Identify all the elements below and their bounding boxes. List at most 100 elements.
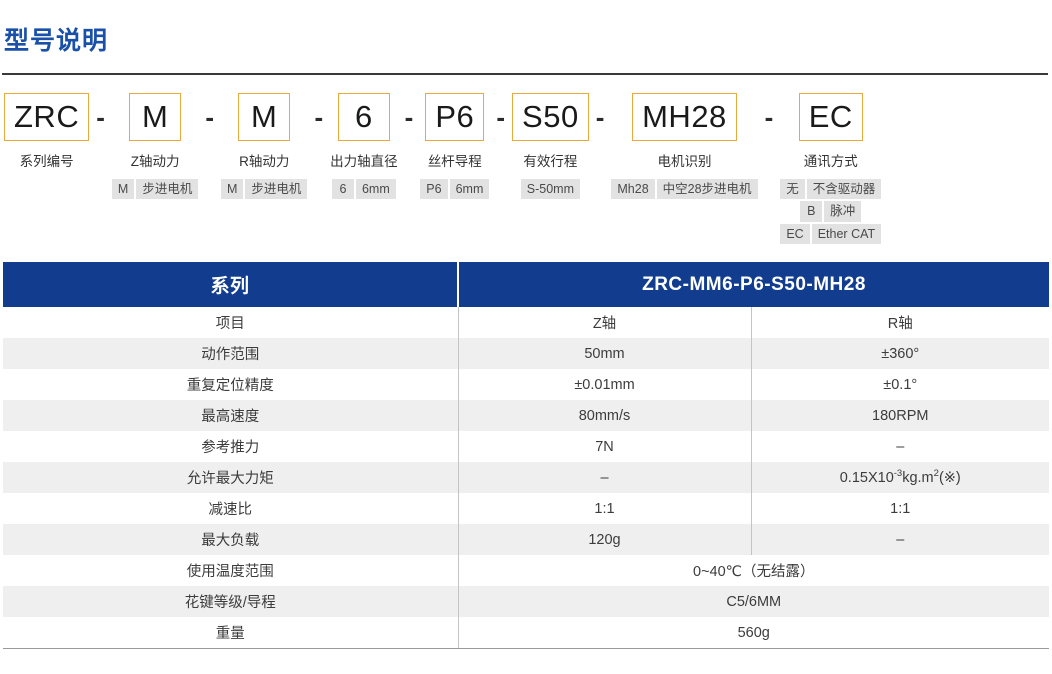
row-label: 使用温度范围 bbox=[3, 555, 458, 586]
table-row: 使用温度范围0~40℃（无结露） bbox=[3, 555, 1049, 586]
legend-row: ECEther CAT bbox=[780, 224, 881, 245]
model-segment: 6出力轴直径66mm bbox=[330, 93, 398, 200]
table-header: 系列 ZRC-MM6-P6-S50-MH28 bbox=[3, 262, 1049, 307]
legend-code: M bbox=[221, 179, 243, 200]
code-box-p6[interactable]: P6 bbox=[425, 93, 484, 141]
code-value: M bbox=[251, 101, 277, 132]
code-value: M bbox=[142, 101, 168, 132]
legend-description: 6mm bbox=[450, 179, 490, 200]
segment-legend: 66mm bbox=[332, 179, 396, 200]
legend-description: 步进电机 bbox=[136, 179, 198, 200]
page-title: 型号说明 bbox=[0, 17, 1052, 56]
code-box-zrc[interactable]: ZRC bbox=[4, 93, 89, 141]
row-value-r: – bbox=[751, 431, 1049, 462]
code-box-6[interactable]: 6 bbox=[338, 93, 390, 141]
row-label: 最高速度 bbox=[3, 400, 458, 431]
segment-legend: Mh28中空28步进电机 bbox=[611, 179, 757, 200]
legend-code: 无 bbox=[780, 179, 805, 200]
code-separator: - bbox=[758, 93, 781, 141]
model-segment: S50有效行程S-50mm bbox=[512, 93, 589, 200]
row-label: 最大负载 bbox=[3, 524, 458, 555]
code-box-m[interactable]: M bbox=[238, 93, 290, 141]
legend-row: Mh28中空28步进电机 bbox=[611, 179, 757, 200]
legend-code: EC bbox=[780, 224, 809, 245]
table-row: 重量560g bbox=[3, 617, 1049, 649]
legend-row: B脉冲 bbox=[780, 201, 881, 222]
legend-row: S-50mm bbox=[521, 179, 580, 200]
code-value: P6 bbox=[435, 101, 474, 132]
legend-row: M步进电机 bbox=[221, 179, 307, 200]
segment-legend: M步进电机 bbox=[112, 179, 198, 200]
code-separator: - bbox=[489, 93, 512, 141]
row-value-r: 0.15X10-3kg.m2(※) bbox=[751, 462, 1049, 493]
row-value-r: ±360° bbox=[751, 338, 1049, 369]
model-description-page: 型号说明 ZRC系列编号-MZ轴动力M步进电机-MR轴动力M步进电机-6出力轴直… bbox=[0, 17, 1052, 649]
model-segment: MZ轴动力M步进电机 bbox=[112, 93, 198, 200]
segment-label: 丝杆导程 bbox=[428, 150, 482, 170]
row-label: 项目 bbox=[3, 307, 458, 338]
header-model: ZRC-MM6-P6-S50-MH28 bbox=[458, 262, 1049, 307]
legend-row: P66mm bbox=[420, 179, 489, 200]
row-value-z: 80mm/s bbox=[458, 400, 751, 431]
segment-legend: P66mm bbox=[420, 179, 489, 200]
code-box-m[interactable]: M bbox=[129, 93, 181, 141]
segment-label: R轴动力 bbox=[239, 150, 289, 170]
row-value-r: R轴 bbox=[751, 307, 1049, 338]
row-value-r: – bbox=[751, 524, 1049, 555]
exponent: -3 bbox=[894, 468, 902, 479]
segment-label: Z轴动力 bbox=[131, 150, 180, 170]
table-row: 花键等级/导程C5/6MM bbox=[3, 586, 1049, 617]
row-value-z: 7N bbox=[458, 431, 751, 462]
code-separator: - bbox=[589, 93, 612, 141]
code-box-s50[interactable]: S50 bbox=[512, 93, 589, 141]
row-label: 参考推力 bbox=[3, 431, 458, 462]
code-separator: - bbox=[398, 93, 421, 141]
row-value-r: ±0.1° bbox=[751, 369, 1049, 400]
code-value: MH28 bbox=[642, 101, 727, 132]
table-row: 最大负载120g– bbox=[3, 524, 1049, 555]
legend-code: M bbox=[112, 179, 134, 200]
model-code-strip: ZRC系列编号-MZ轴动力M步进电机-MR轴动力M步进电机-6出力轴直径66mm… bbox=[0, 75, 1052, 245]
segment-label: 系列编号 bbox=[20, 150, 74, 170]
legend-row: 66mm bbox=[332, 179, 396, 200]
row-label: 动作范围 bbox=[3, 338, 458, 369]
code-box-mh28[interactable]: MH28 bbox=[632, 93, 737, 141]
segment-legend: 无不含驱动器B脉冲ECEther CAT bbox=[780, 179, 881, 245]
unit-exponent: 2 bbox=[934, 468, 939, 479]
segment-label: 电机识别 bbox=[657, 150, 711, 170]
legend-description: 步进电机 bbox=[245, 179, 307, 200]
code-value: 6 bbox=[355, 101, 373, 132]
legend-code: 6 bbox=[332, 179, 354, 200]
table-row: 动作范围50mm±360° bbox=[3, 338, 1049, 369]
row-value-merged: 0~40℃（无结露） bbox=[458, 555, 1049, 586]
segment-legend: M步进电机 bbox=[221, 179, 307, 200]
model-segment: EC 通讯方式无不含驱动器B脉冲ECEther CAT bbox=[780, 93, 881, 245]
legend-description: 6mm bbox=[356, 179, 396, 200]
row-value-z: ±0.01mm bbox=[458, 369, 751, 400]
code-box-ec[interactable]: EC bbox=[799, 93, 863, 141]
row-label: 允许最大力矩 bbox=[3, 462, 458, 493]
row-value-z: Z轴 bbox=[458, 307, 751, 338]
header-series: 系列 bbox=[3, 262, 458, 307]
specification-table: 系列 ZRC-MM6-P6-S50-MH28 项目Z轴R轴动作范围50mm±36… bbox=[3, 262, 1049, 649]
legend-description: 脉冲 bbox=[824, 201, 861, 222]
row-value-z: 120g bbox=[458, 524, 751, 555]
model-segment: ZRC 系列编号 bbox=[4, 93, 89, 170]
model-segment: MH28 电机识别 Mh28中空28步进电机 bbox=[611, 93, 757, 200]
row-label: 减速比 bbox=[3, 493, 458, 524]
code-value: ZRC bbox=[14, 101, 79, 132]
legend-code: B bbox=[800, 201, 822, 222]
segment-label: 出力轴直径 bbox=[330, 150, 398, 170]
table-row: 参考推力7N– bbox=[3, 431, 1049, 462]
segment-legend: S-50mm bbox=[521, 179, 580, 200]
code-separator: - bbox=[89, 93, 112, 141]
code-separator: - bbox=[198, 93, 221, 141]
code-separator: - bbox=[307, 93, 330, 141]
table-row: 允许最大力矩–0.15X10-3kg.m2(※) bbox=[3, 462, 1049, 493]
row-value-z: 50mm bbox=[458, 338, 751, 369]
row-label: 重复定位精度 bbox=[3, 369, 458, 400]
row-label: 重量 bbox=[3, 617, 458, 649]
legend-description: 不含驱动器 bbox=[807, 179, 882, 200]
segment-label: 通讯方式 bbox=[804, 150, 858, 170]
row-value-merged: C5/6MM bbox=[458, 586, 1049, 617]
